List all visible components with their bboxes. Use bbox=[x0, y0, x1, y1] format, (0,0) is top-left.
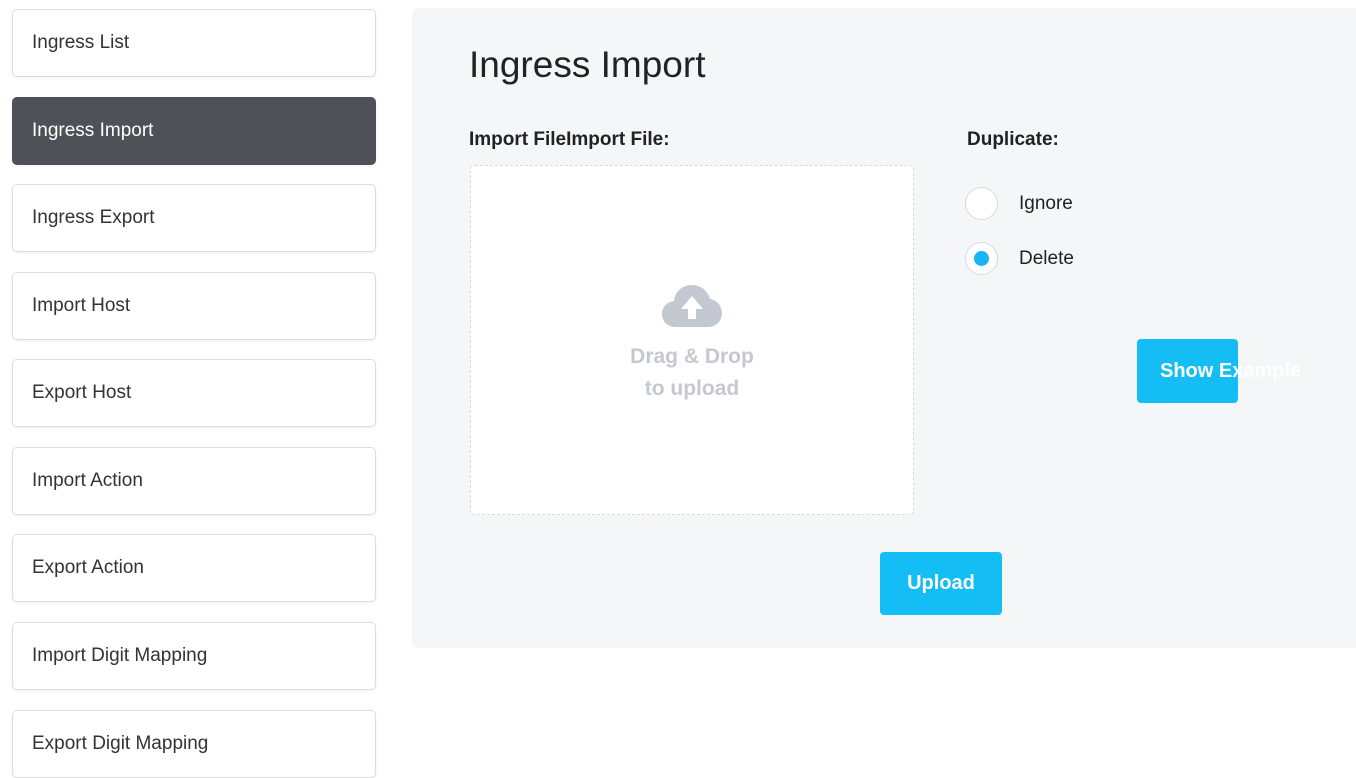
upload-button[interactable]: Upload bbox=[880, 552, 1002, 615]
radio-ignore[interactable]: Ignore bbox=[965, 187, 1073, 220]
sidebar-item-label: Import Host bbox=[32, 295, 131, 316]
sidebar-item-label: Export Host bbox=[32, 382, 132, 403]
sidebar-item-import-digit-mapping[interactable]: Import Digit Mapping bbox=[12, 622, 376, 690]
sidebar-item-export-digit-mapping[interactable]: Export Digit Mapping bbox=[12, 710, 376, 778]
show-example-button[interactable]: Show Example bbox=[1137, 339, 1301, 403]
sidebar-item-ingress-export[interactable]: Ingress Export bbox=[12, 184, 376, 252]
sidebar-item-export-action[interactable]: Export Action bbox=[12, 534, 376, 602]
dropzone-line2: to upload bbox=[644, 377, 740, 400]
sidebar-item-label: Export Action bbox=[32, 557, 144, 578]
sidebar-item-ingress-list[interactable]: Ingress List bbox=[12, 9, 376, 77]
cloud-upload-icon bbox=[662, 285, 722, 327]
import-file-label: Import FileImport File: bbox=[469, 129, 670, 150]
sidebar-item-export-host[interactable]: Export Host bbox=[12, 359, 376, 427]
sidebar-item-label: Export Digit Mapping bbox=[32, 733, 209, 754]
sidebar-item-import-action[interactable]: Import Action bbox=[12, 447, 376, 515]
radio-delete-label: Delete bbox=[1019, 247, 1074, 269]
import-panel: Ingress Import Import FileImport File: D… bbox=[412, 8, 1356, 648]
duplicate-label: Duplicate: bbox=[967, 129, 1059, 150]
dropzone-line1: Drag & Drop bbox=[630, 345, 754, 368]
page-title: Ingress Import bbox=[469, 44, 706, 85]
sidebar-item-label: Import Action bbox=[32, 470, 143, 491]
radio-ignore-circle[interactable] bbox=[965, 187, 998, 220]
sidebar-item-label: Ingress Export bbox=[32, 207, 155, 228]
radio-ignore-label: Ignore bbox=[1019, 192, 1073, 214]
sidebar-item-label: Ingress List bbox=[32, 32, 130, 53]
sidebar-item-import-host[interactable]: Import Host bbox=[12, 272, 376, 340]
sidebar-item-label: Ingress Import bbox=[32, 120, 154, 141]
radio-delete-circle[interactable] bbox=[965, 242, 998, 275]
sidebar-item-ingress-import[interactable]: Ingress Import bbox=[12, 97, 376, 165]
sidebar-item-label: Import Digit Mapping bbox=[32, 645, 208, 666]
radio-delete[interactable]: Delete bbox=[965, 242, 1074, 275]
file-dropzone[interactable]: Drag & Drop to upload bbox=[470, 165, 914, 515]
